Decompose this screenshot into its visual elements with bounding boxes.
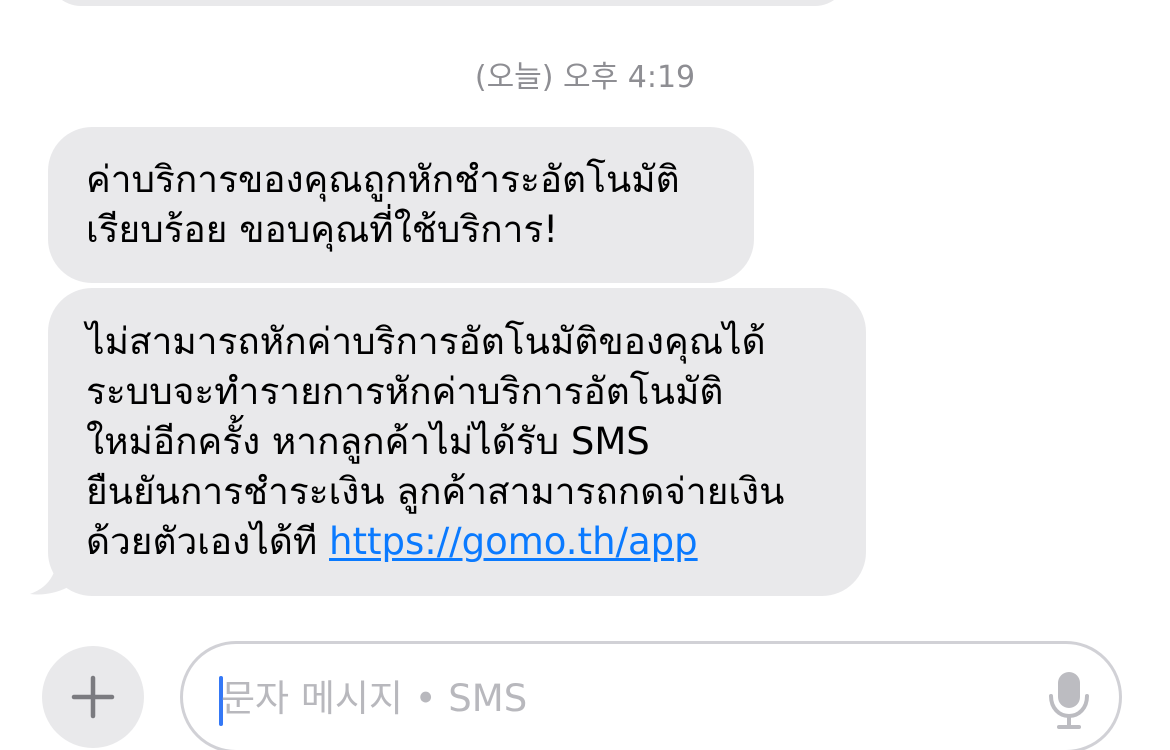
- message-text-line: ไม่สามารถหักค่าบริการอัตโนมัติของคุณได้: [86, 320, 766, 363]
- bubble-tail: [30, 546, 70, 595]
- message-text-line: ระบบจะทำรายการหักค่าบริการอัตโนมัติ: [86, 370, 724, 413]
- message-input-placeholder: 문자 메시지 • SMS: [221, 677, 528, 720]
- plus-icon: [71, 675, 115, 719]
- message-text-line: ค่าบริการของคุณถูกหักชำระอัตโนมัติ: [86, 158, 680, 201]
- received-message-bubble[interactable]: ค่าบริการของคุณถูกหักชำระอัตโนมัติ เรียบ…: [48, 127, 754, 283]
- messages-screen: (오늘) 오후 4:19 ค่าบริการของคุณถูกหักชำระอั…: [0, 0, 1170, 750]
- message-text-line: เรียบร้อย ขอบคุณที่ใช้บริการ!: [86, 208, 559, 251]
- message-timestamp: (오늘) 오후 4:19: [474, 60, 696, 95]
- message-text-line: ใหม่อีกครั้ง หากลูกค้าไม่ได้รับ SMS: [86, 420, 650, 463]
- message-text-line: ยืนยันการชำระเงิน ลูกค้าสามารถกดจ่ายเงิน: [86, 470, 785, 513]
- previous-message-bubble[interactable]: [48, 0, 848, 6]
- message-text-line: ด้วยตัวเองได้ที https://gomo.th/app: [86, 517, 828, 567]
- message-input[interactable]: 문자 메시지 • SMS: [180, 641, 1122, 750]
- microphone-icon[interactable]: [1047, 670, 1091, 730]
- message-link[interactable]: https://gomo.th/app: [329, 520, 698, 563]
- received-message-bubble[interactable]: ไม่สามารถหักค่าบริการอัตโนมัติของคุณได้ …: [48, 288, 866, 596]
- add-attachment-button[interactable]: [42, 646, 144, 748]
- message-text-segment: ด้วยตัวเองได้ที: [86, 520, 318, 563]
